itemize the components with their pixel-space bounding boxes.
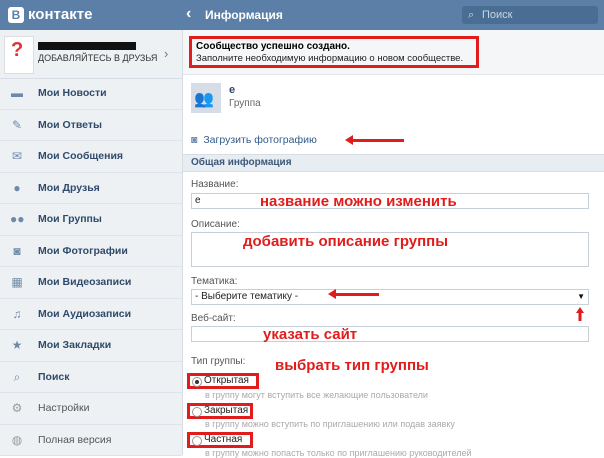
back-arrow-icon[interactable]: ‹: [186, 5, 191, 23]
search-icon: ⌕: [13, 369, 21, 384]
envelope-icon: ✉: [11, 149, 23, 163]
sidebar-item-groups[interactable]: ●● Мои Группы: [0, 204, 182, 236]
sidebar-menu: ▬ Мои Новости ✎ Мои Ответы ✉ Мои Сообщения …: [0, 78, 182, 456]
main-content: Сообщество успешно создано. Заполните не…: [183, 30, 604, 458]
group-avatar: 👥: [191, 83, 221, 113]
sidebar-item-label: Мои Группы: [38, 213, 102, 225]
sidebar-item-label: Полная версия: [38, 433, 112, 446]
people-icon: 👥: [194, 91, 214, 108]
notice-highlight: Сообщество успешно создано. Заполните не…: [189, 36, 479, 68]
sidebar-item-label: Мои Видеозаписи: [38, 276, 132, 288]
sidebar-item-photos[interactable]: ◙ Мои Фотографии: [0, 236, 182, 267]
dropdown-arrow-icon: ▼: [577, 292, 585, 301]
redacted-name: [38, 42, 136, 50]
sidebar-item-label: Мои Новости: [38, 87, 107, 99]
sidebar-item-label: Настройки: [38, 402, 90, 414]
type-open-option[interactable]: Открытая: [187, 373, 259, 389]
type-private-option[interactable]: Частная: [187, 432, 253, 448]
type-closed-label: Закрытая: [204, 405, 249, 416]
topic-label: Тематика:: [191, 276, 238, 287]
logo-badge: В: [8, 6, 24, 23]
sidebar-item-label: Мои Закладки: [38, 339, 112, 351]
group-type: Группа: [229, 98, 261, 109]
sidebar: ? ДОБАВЛЯЙТЕСЬ В ДРУЗЬЯ › ▬ Мои Новости ✎…: [0, 30, 183, 456]
music-icon: ♫: [12, 306, 22, 321]
question-mark-icon: ?: [11, 39, 24, 61]
success-notice: Сообщество успешно создано. Заполните не…: [183, 30, 604, 75]
type-closed-option[interactable]: Закрытая: [187, 403, 253, 419]
annotation-up-arrow: [576, 307, 584, 321]
sidebar-item-label: Мои Фотографии: [38, 244, 128, 257]
annotation-description: добавить описание группы: [243, 233, 449, 250]
globe-icon: ◍: [11, 432, 23, 447]
logo-text: контакте: [28, 6, 93, 23]
radio-open[interactable]: [192, 377, 202, 387]
sidebar-item-search[interactable]: ⌕ Поиск: [0, 362, 182, 393]
annotation-website: указать сайт: [263, 326, 358, 343]
sidebar-item-replies[interactable]: ✎ Мои Ответы: [0, 110, 182, 141]
sidebar-item-settings[interactable]: ⚙ Настройки: [0, 393, 182, 425]
replies-icon: ✎: [11, 117, 23, 132]
upload-photo-link[interactable]: ◙ Загрузить фотографию: [191, 134, 317, 146]
person-icon: ●: [13, 180, 21, 195]
search-input[interactable]: ⌕ Поиск: [462, 6, 598, 24]
sidebar-item-bookmarks[interactable]: ★ Мои Закладки: [0, 330, 182, 362]
gear-icon: ⚙: [11, 401, 23, 415]
sidebar-item-label: Мои Сообщения: [38, 150, 124, 162]
search-placeholder: Поиск: [482, 9, 513, 21]
topic-select[interactable]: - Выберите тематику - ▼: [191, 289, 589, 305]
name-value: е: [195, 195, 201, 206]
type-open-label: Открытая: [204, 375, 249, 386]
type-private-label: Частная: [204, 434, 243, 445]
radio-private[interactable]: [192, 436, 202, 446]
annotation-name: название можно изменить: [260, 193, 457, 210]
group-type-label: Тип группы:: [191, 356, 246, 367]
page-title: Информация: [205, 8, 283, 22]
type-closed-hint: в группу можно вступить по приглашению и…: [205, 419, 455, 429]
sidebar-item-friends[interactable]: ● Мои Друзья: [0, 173, 182, 204]
section-title: Общая информация: [191, 157, 292, 168]
sidebar-item-videos[interactable]: ▦ Мои Видеозаписи: [0, 267, 182, 299]
group-name[interactable]: е: [229, 84, 235, 96]
topic-value: - Выберите тематику -: [195, 291, 299, 302]
description-label: Описание:: [191, 219, 240, 230]
camera-icon: ◙: [191, 134, 198, 146]
sidebar-item-label: Поиск: [38, 370, 70, 383]
sidebar-item-full-version[interactable]: ◍ Полная версия: [0, 425, 182, 456]
sidebar-item-messages[interactable]: ✉ Мои Сообщения: [0, 141, 182, 173]
group-icon: ●●: [10, 212, 25, 226]
sidebar-item-audio[interactable]: ♫ Мои Аудиозаписи: [0, 299, 182, 330]
notice-title: Сообщество успешно создано.: [196, 41, 350, 52]
camera-icon: ◙: [13, 243, 21, 258]
website-field[interactable]: [191, 326, 589, 342]
annotation-arrow: [328, 289, 379, 299]
radio-closed[interactable]: [192, 407, 202, 417]
annotation-type: выбрать тип группы: [275, 357, 429, 374]
profile-card[interactable]: ? ДОБАВЛЯЙТЕСЬ В ДРУЗЬЯ ›: [0, 30, 182, 79]
top-bar: В контакте ‹ Информация ⌕ Поиск: [0, 0, 604, 30]
chevron-right-icon: ›: [164, 46, 169, 61]
avatar: ?: [4, 36, 34, 74]
name-label: Название:: [191, 179, 239, 190]
notice-text: Заполните необходимую информацию о новом…: [196, 53, 464, 64]
type-private-hint: в группу можно попасть только по приглаш…: [205, 448, 472, 458]
type-open-hint: в группу могут вступить все желающие пол…: [205, 390, 428, 400]
section-header: Общая информация: [183, 154, 604, 172]
star-icon: ★: [11, 338, 23, 352]
vk-logo[interactable]: В контакте: [8, 6, 92, 23]
sidebar-item-label: Мои Друзья: [38, 181, 100, 194]
sidebar-item-label: Мои Аудиозаписи: [38, 307, 132, 320]
search-icon: ⌕: [468, 9, 475, 21]
sidebar-item-news[interactable]: ▬ Мои Новости: [0, 78, 182, 110]
upload-photo-label: Загрузить фотографию: [203, 134, 317, 146]
website-label: Веб-сайт:: [191, 313, 236, 324]
annotation-arrow: [345, 135, 404, 145]
add-friends-text: ДОБАВЛЯЙТЕСЬ В ДРУЗЬЯ: [38, 53, 158, 63]
sidebar-item-label: Мои Ответы: [38, 118, 102, 131]
news-icon: ▬: [11, 86, 23, 100]
film-icon: ▦: [11, 275, 23, 289]
